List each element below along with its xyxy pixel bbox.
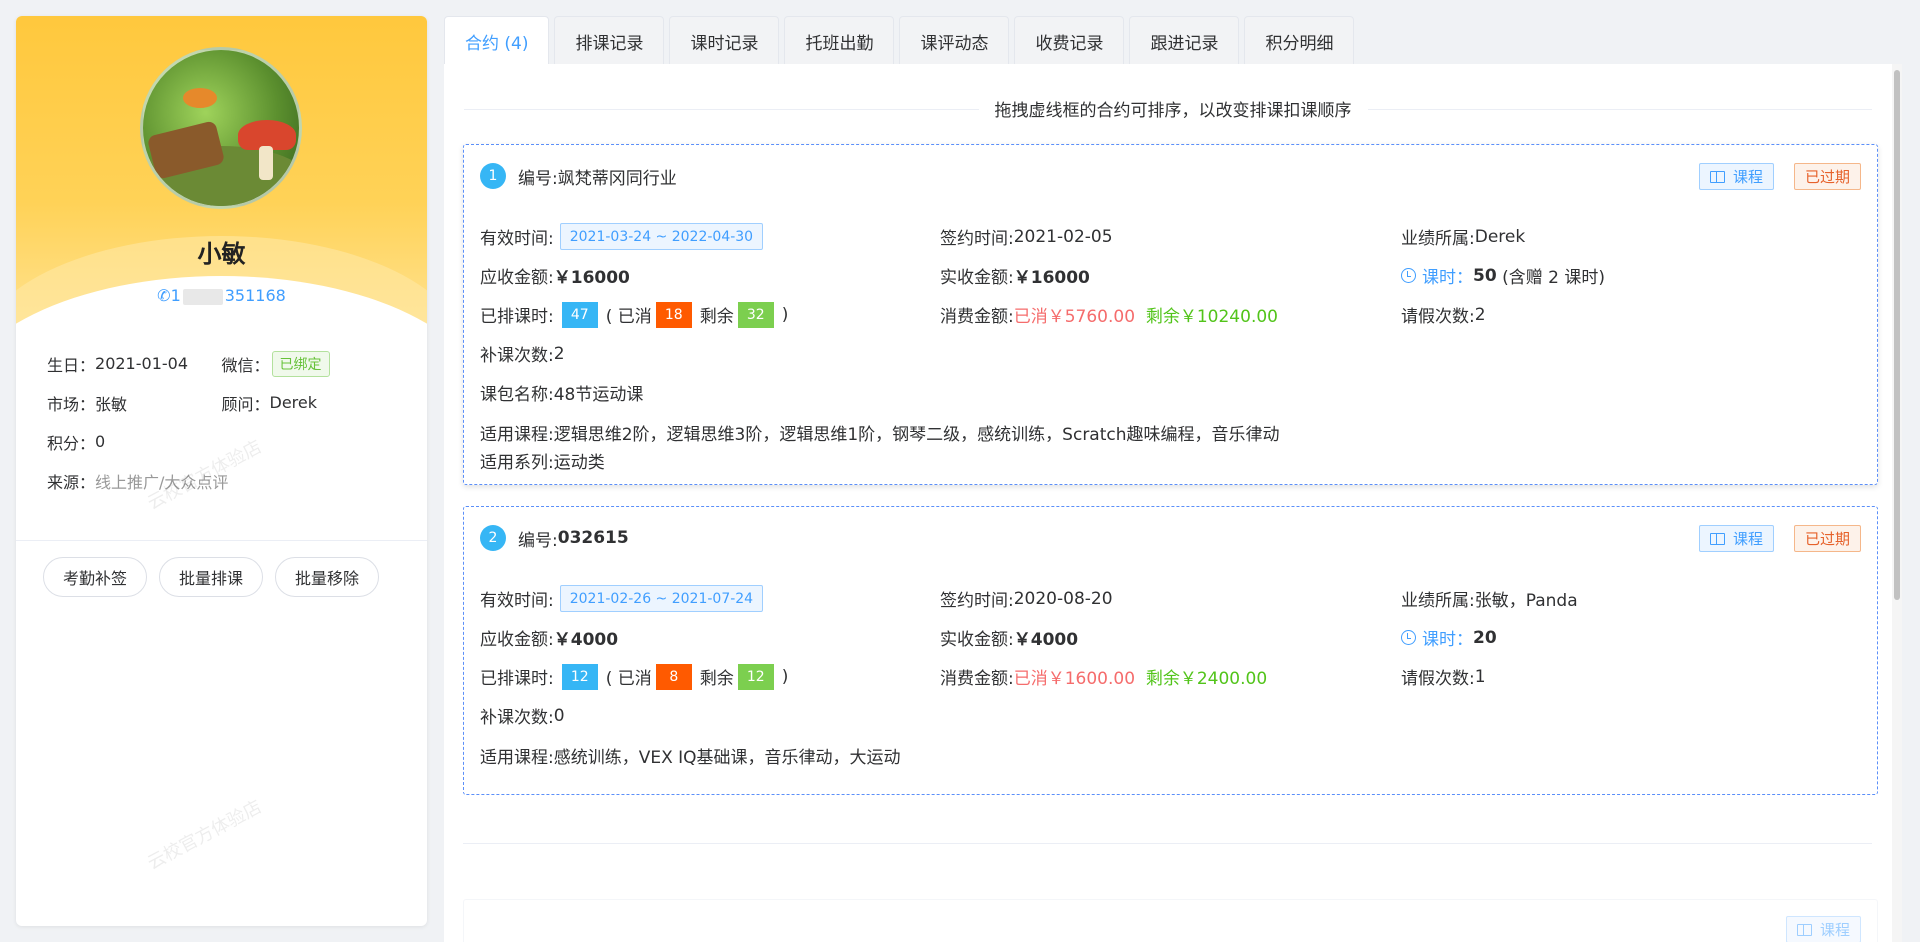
leave-count: 2 xyxy=(1474,304,1486,325)
tab-followup-records[interactable]: 跟进记录 xyxy=(1129,16,1240,66)
package-name: 48节运动课 xyxy=(553,385,644,405)
course-tag[interactable]: 课程 xyxy=(1698,525,1774,552)
amount-due: ￥16000 xyxy=(553,268,630,288)
phone-mask xyxy=(182,288,223,305)
student-phone[interactable]: ✆1 351168 xyxy=(16,286,427,305)
scheduled-hours-badge: 12 xyxy=(561,663,598,690)
tab-contracts[interactable]: 合约 (4) xyxy=(444,16,550,66)
batch-schedule-button[interactable]: 批量排课 xyxy=(159,557,264,597)
contract-index: 1 xyxy=(480,163,506,189)
birthday-value: 2021-01-04 xyxy=(95,354,188,373)
student-name: 小敏 xyxy=(197,240,246,268)
gift-hours: (含赠 2 课时) xyxy=(1502,268,1605,288)
book-icon xyxy=(1709,170,1725,183)
sign-date: 2020-08-20 xyxy=(1013,588,1113,609)
consumed-amount: ￥1600.00 xyxy=(1047,669,1136,689)
student-profile-card: 小敏 ✆1 351168 生日： 2021-01-04 微信： 已绑定 市场： 张敏 顾… xyxy=(16,16,427,926)
expired-badge: 已过期 xyxy=(1793,525,1861,552)
amount-paid: ￥16000 xyxy=(1013,268,1090,288)
points-value: 0 xyxy=(95,432,106,451)
tab-hour-records[interactable]: 课时记录 xyxy=(669,16,780,66)
contract-number: 032615 xyxy=(557,528,629,548)
scheduled-hours-badge: 47 xyxy=(561,301,598,328)
remaining-amount: ￥10240.00 xyxy=(1179,307,1278,327)
applicable-courses: 感统训练，VEX IQ基础课，音乐律动，大运动 xyxy=(553,747,901,768)
attendance-makeup-button[interactable]: 考勤补签 xyxy=(43,557,148,597)
valid-period: 2021-03-24 ~ 2022-04-30 xyxy=(559,223,764,250)
used-hours-badge: 18 xyxy=(655,301,692,328)
profile-actions: 考勤补签 批量排课 批量移除 xyxy=(16,541,427,613)
contract-card[interactable]: 1 编号: 飒梵蒂冈同行业 课程 已过期 有效时间: 2021-03-24 ~ 2… xyxy=(463,144,1878,485)
tab-review-updates[interactable]: 课评动态 xyxy=(899,16,1010,66)
amount-due: ￥4000 xyxy=(553,630,619,650)
phone-icon: ✆ xyxy=(157,286,171,305)
profile-header: 小敏 ✆1 351168 xyxy=(16,16,427,326)
clock-icon xyxy=(1401,268,1416,283)
scrollbar[interactable] xyxy=(1892,64,1902,942)
sort-hint: 拖拽虚线框的合约可排序，以改变排课扣课顺序 xyxy=(444,96,1902,121)
applicable-series: 运动类 xyxy=(553,452,605,473)
tab-daycare-attendance[interactable]: 托班出勤 xyxy=(784,16,895,66)
makeup-count: 2 xyxy=(553,343,565,364)
book-icon xyxy=(1709,532,1725,545)
remaining-hours-badge: 12 xyxy=(737,663,774,690)
avatar xyxy=(140,47,302,209)
contract-index: 2 xyxy=(480,525,506,551)
wechat-status-badge: 已绑定 xyxy=(271,350,330,377)
course-tag[interactable]: 课程 xyxy=(1698,163,1774,190)
clock-icon xyxy=(1401,630,1416,645)
performance-owner: Derek xyxy=(1474,226,1526,247)
course-tag[interactable]: 课程 xyxy=(1785,916,1861,942)
contract-card[interactable]: 2 编号: 032615 课程 已过期 有效时间: 2021-02-26 ~ 20… xyxy=(463,506,1878,795)
market-value: 张敏 xyxy=(95,394,128,414)
amount-paid: ￥4000 xyxy=(1013,630,1079,650)
contracts-panel: 拖拽虚线框的合约可排序，以改变排课扣课顺序 1 编号: 飒梵蒂冈同行业 课程 已… xyxy=(444,64,1902,942)
tab-bar: 合约 (4) 排课记录 课时记录 托班出勤 课评动态 收费记录 跟进记录 积分明… xyxy=(444,16,1355,66)
remaining-amount: ￥2400.00 xyxy=(1179,669,1268,689)
sign-date: 2021-02-05 xyxy=(1013,226,1113,247)
scrollbar-thumb[interactable] xyxy=(1894,70,1900,600)
contract-card[interactable]: 课程 xyxy=(463,899,1878,942)
batch-remove-button[interactable]: 批量移除 xyxy=(275,557,380,597)
expired-badge: 已过期 xyxy=(1793,163,1861,190)
valid-period: 2021-02-26 ~ 2021-07-24 xyxy=(559,585,764,612)
book-icon xyxy=(1796,923,1812,936)
leave-count: 1 xyxy=(1474,666,1486,687)
contract-number: 飒梵蒂冈同行业 xyxy=(557,168,677,189)
total-hours: 20 xyxy=(1473,627,1497,648)
remaining-hours-badge: 32 xyxy=(737,301,774,328)
advisor-value: Derek xyxy=(269,393,318,412)
tab-schedule-records[interactable]: 排课记录 xyxy=(554,16,665,66)
makeup-count: 0 xyxy=(553,705,565,726)
tab-payment-records[interactable]: 收费记录 xyxy=(1014,16,1125,66)
applicable-courses: 逻辑思维2阶，逻辑思维3阶，逻辑思维1阶，钢琴二级，感统训练，Scratch趣味… xyxy=(553,424,1280,445)
total-hours: 50 xyxy=(1473,265,1497,286)
consumed-amount: ￥5760.00 xyxy=(1047,307,1136,327)
watermark: 云校官方体验店 xyxy=(144,796,266,875)
used-hours-badge: 8 xyxy=(655,663,692,690)
divider xyxy=(463,843,1872,844)
tab-points-detail[interactable]: 积分明细 xyxy=(1244,16,1355,66)
performance-owner: 张敏，Panda xyxy=(1474,591,1578,611)
